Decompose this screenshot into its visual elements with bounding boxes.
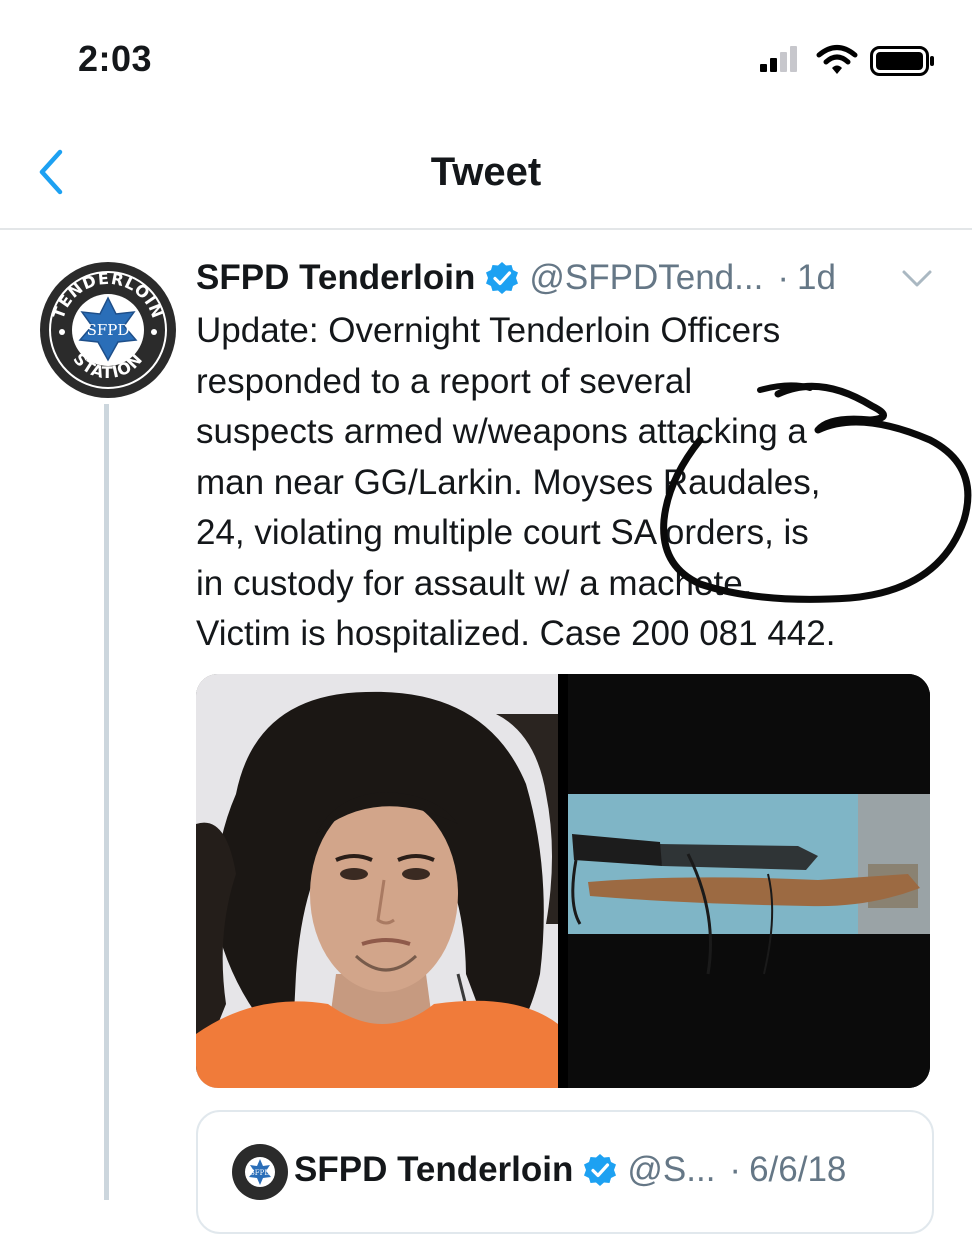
media-grid [196, 674, 930, 1088]
avatar[interactable]: TENDERLOIN STATION SFPD [40, 262, 176, 398]
quote-avatar-badge: SFPD [250, 1169, 270, 1177]
quote-author-name: SFPD Tenderloin [294, 1150, 574, 1189]
mugshot-illustration [196, 674, 558, 1088]
status-time: 2:03 [78, 38, 153, 79]
separator-dot: · [729, 1150, 742, 1189]
tweet-text-line: in custody for assault w/ a machete. [196, 563, 753, 603]
verified-icon [584, 1154, 617, 1186]
tweet-header: SFPD Tenderloin @SFPDTend... · 1d [196, 256, 836, 300]
quote-header: SFPD Tenderloin @S... · 6/6/18 [294, 1148, 846, 1192]
nav-divider [0, 228, 972, 230]
sfpd-logo: TENDERLOIN STATION SFPD [42, 264, 174, 396]
tweet-text: Update: Overnight Tenderloin Officers re… [196, 306, 946, 660]
tweet-text-line: suspects armed w/weapons attacking a [196, 412, 807, 451]
tweet-time: 1d [796, 258, 836, 297]
author-handle[interactable]: @SFPDTend... [529, 258, 763, 298]
status-icons [758, 44, 938, 76]
machete-photo[interactable] [568, 674, 930, 1088]
machete-illustration [568, 674, 930, 1088]
tweet-text-line: man near GG/Larkin. Moyses Raudales, [196, 462, 821, 502]
verified-icon [486, 262, 519, 294]
tweet-text-line: responded to a report of several [196, 361, 693, 401]
signal-icon [758, 44, 804, 76]
author-name[interactable]: SFPD Tenderloin [196, 258, 475, 298]
wifi-icon [816, 45, 858, 74]
page-title: Tweet [430, 150, 542, 194]
quote-author-handle: @S... [627, 1150, 716, 1189]
quoted-tweet[interactable]: SFPD SFPD Tenderloin @S... · 6/6/18 [196, 1110, 934, 1234]
separator-dot: · [777, 258, 789, 297]
quote-avatar: SFPD [232, 1144, 288, 1200]
tweet-text-line: 24, violating multiple court SA orders, … [196, 513, 809, 552]
quote-date: 6/6/18 [749, 1150, 847, 1189]
avatar-badge-text: SFPD [87, 321, 130, 339]
mugshot-photo[interactable] [196, 674, 558, 1088]
chevron-down-icon[interactable] [900, 268, 934, 290]
sfpd-logo-small: SFPD [233, 1145, 287, 1199]
tweet-text-line: Update: Overnight Tenderloin Officers [196, 311, 781, 350]
tweet-text-line: Victim is hospitalized. Case 200 081 442… [196, 614, 836, 653]
thread-line [104, 404, 109, 1200]
battery-icon [870, 46, 934, 76]
